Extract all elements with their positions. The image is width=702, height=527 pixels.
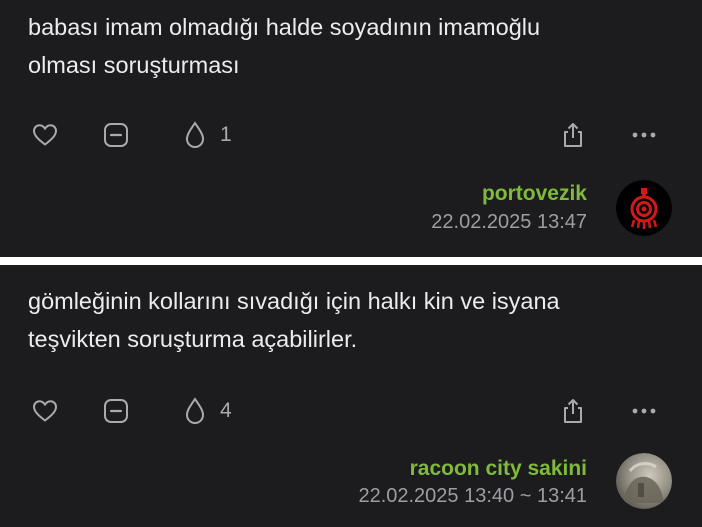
drop-count: 4 [220,399,232,422]
author-name[interactable]: racoon city sakini [410,457,587,481]
post-text-line: gömleğinin kollarını sıvadığı için halkı… [28,288,560,314]
drop-count: 1 [220,123,232,146]
post-actions: 4 [0,391,702,431]
share-icon [564,399,582,423]
photo-avatar [616,453,672,509]
post-text: babası imam olmadığı halde soyadının ima… [28,8,662,84]
drop-button[interactable]: 1 [184,115,232,155]
post-card: gömleğinin kollarını sıvadığı için halkı… [0,265,702,527]
post-timestamp: 22.02.2025 13:40 ~ 13:41 [358,485,587,507]
share-button[interactable] [560,391,586,431]
post-text: gömleğinin kollarını sıvadığı için halkı… [28,282,662,358]
minus-button[interactable] [103,391,129,431]
avatar[interactable] [616,453,672,509]
more-dots-icon [632,408,656,414]
more-button[interactable] [632,391,656,431]
post-text-line: olması soruşturması [28,52,240,78]
heart-icon [32,124,58,146]
droplet-icon [185,397,205,425]
heart-icon [32,400,58,422]
share-button[interactable] [560,115,586,155]
minus-square-icon [104,399,128,423]
post-text-line: teşvikten soruşturma açabilirler. [28,326,358,352]
like-button[interactable] [32,391,58,431]
post-actions: 1 [0,115,702,155]
drop-button[interactable]: 4 [184,391,232,431]
more-button[interactable] [632,115,656,155]
post-text-line: babası imam olmadığı halde soyadının ima… [28,14,541,40]
more-dots-icon [632,132,656,138]
author-name[interactable]: portovezik [482,182,587,206]
post-timestamp: 22.02.2025 13:47 [431,211,587,233]
minus-button[interactable] [103,115,129,155]
droplet-icon [185,121,205,149]
minus-square-icon [104,123,128,147]
post-card: babası imam olmadığı halde soyadının ima… [0,0,702,257]
like-button[interactable] [32,115,58,155]
avatar[interactable] [616,180,672,236]
share-icon [564,123,582,147]
red-target-eye-icon [616,180,672,236]
